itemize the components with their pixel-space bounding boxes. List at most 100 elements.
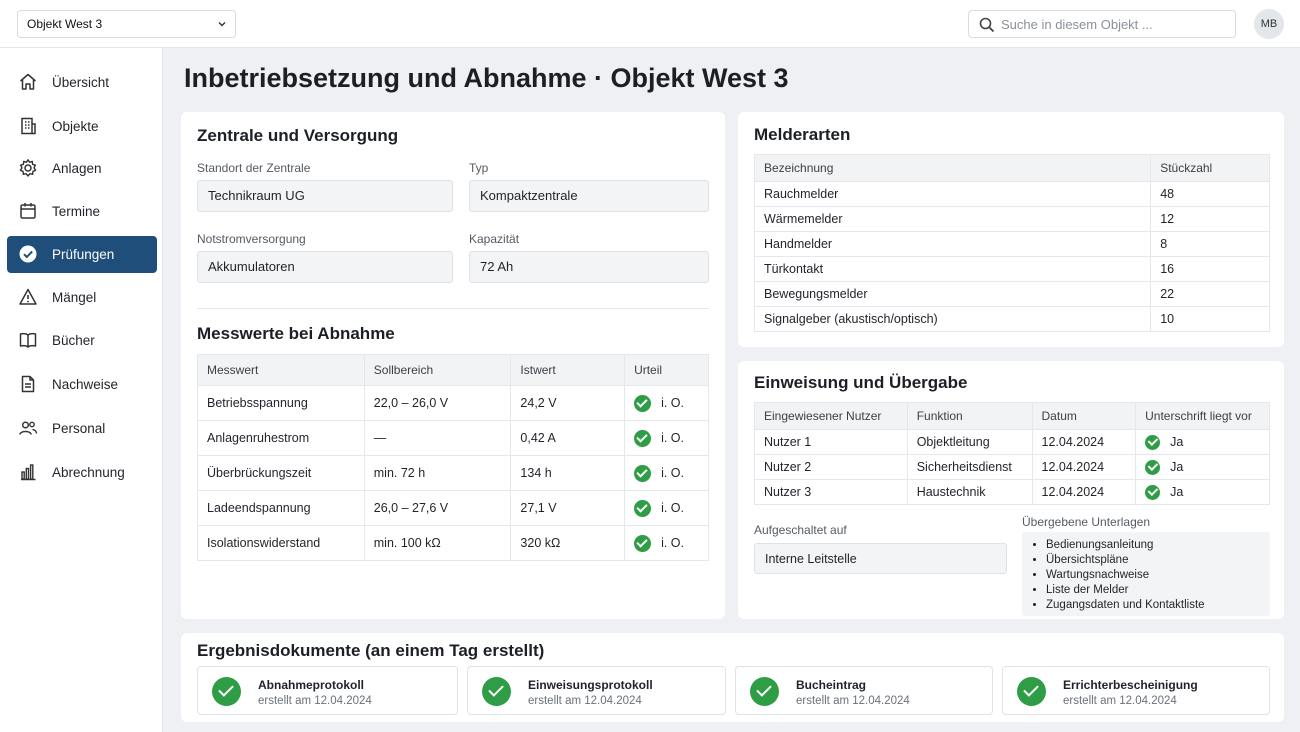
column-header: Eingewiesener Nutzer (754, 402, 908, 430)
sidebar-item-buecher[interactable]: Bücher (7, 322, 157, 359)
signature-status: Ja (1170, 435, 1184, 449)
sidebar-item-maengel[interactable]: Mängel (7, 279, 157, 316)
melder-name: Rauchmelder (753, 181, 1152, 207)
divider (197, 308, 709, 309)
melderarten-card: Melderarten Bezeichnung Stückzahl Rauchm… (738, 112, 1284, 347)
messwert-name: Betriebsspannung (197, 385, 365, 421)
table-row: Anlagenruhestrom — 0,42 A i. O. (197, 420, 709, 456)
standort-field[interactable]: Technikraum UG (197, 180, 453, 212)
melder-name: Wärmemelder (753, 206, 1152, 232)
messwert-ist: 320 kΩ (510, 525, 626, 561)
check-icon (634, 429, 652, 447)
melder-count: 22 (1150, 281, 1270, 307)
messwert-name: Überbrückungszeit (197, 455, 365, 491)
sidebar-item-objekte[interactable]: Objekte (7, 108, 157, 145)
list-item: Bedienungsanleitung (1046, 538, 1205, 553)
doc-date: erstellt am 12.04.2024 (1063, 695, 1177, 707)
search-input[interactable] (1001, 14, 1229, 34)
nutzer-name: Nutzer 2 (754, 454, 908, 480)
melder-count: 8 (1150, 231, 1270, 257)
urteil-text: i. O. (661, 431, 684, 445)
document-icon (21, 375, 35, 393)
melder-name: Türkontakt (753, 256, 1152, 282)
list-item: Liste der Melder (1046, 583, 1205, 598)
bar-chart-icon (21, 464, 36, 481)
object-select[interactable]: Objekt West 3 (17, 10, 236, 38)
aufgeschaltet-label: Aufgeschaltet auf (754, 523, 847, 537)
table-row: Nutzer 2 Sicherheitsdienst 12.04.2024 Ja (754, 454, 1270, 480)
messwert-name: Isolationswiderstand (197, 525, 365, 561)
urteil-text: i. O. (661, 396, 684, 410)
table-row: Bewegungsmelder 22 (753, 281, 1270, 307)
melder-count: 10 (1150, 306, 1270, 332)
people-icon (19, 421, 38, 435)
check-icon (1145, 434, 1161, 450)
ergebnis-title: Ergebnisdokumente (an einem Tag erstellt… (197, 641, 545, 660)
check-icon (1145, 484, 1161, 500)
sidebar-item-label: Termine (52, 204, 101, 219)
melder-count: 48 (1150, 181, 1270, 207)
table-row: Isolationswiderstand min. 100 kΩ 320 kΩ … (197, 525, 709, 561)
check-circle-icon (482, 677, 511, 706)
melder-count: 16 (1150, 256, 1270, 282)
table-row: Signalgeber (akustisch/optisch) 10 (753, 306, 1270, 332)
messwert-soll: min. 100 kΩ (363, 525, 512, 561)
doc-einweisungsprotokoll[interactable]: Einweisungsprotokoll erstellt am 12.04.2… (467, 666, 726, 715)
check-icon (634, 499, 652, 517)
standort-label: Standort der Zentrale (197, 161, 311, 175)
sidebar-item-label: Abrechnung (52, 465, 125, 480)
doc-bucheintrag[interactable]: Bucheintrag erstellt am 12.04.2024 (735, 666, 993, 715)
melder-count: 12 (1150, 206, 1270, 232)
messwert-soll: — (363, 420, 512, 456)
melder-name: Bewegungsmelder (753, 281, 1152, 307)
column-header: Istwert (510, 354, 626, 386)
sidebar: Übersicht Objekte Anlagen Termine Prüfun… (0, 48, 163, 732)
einweisung-title: Einweisung und Übergabe (754, 373, 968, 392)
home-icon (20, 73, 36, 90)
column-header: Datum (1031, 402, 1137, 430)
sidebar-item-anlagen[interactable]: Anlagen (7, 150, 157, 187)
check-circle-icon (212, 677, 241, 706)
object-select-value: Objekt West 3 (27, 17, 103, 31)
sidebar-item-label: Nachweise (52, 377, 119, 392)
sidebar-item-nachweise[interactable]: Nachweise (7, 366, 157, 403)
table-row: Handmelder 8 (753, 231, 1270, 257)
doc-name: Bucheintrag (796, 678, 867, 692)
table-row: Betriebsspannung 22,0 – 26,0 V 24,2 V i.… (197, 385, 709, 421)
doc-abnahmeprotokoll[interactable]: Abnahmeprotokoll erstellt am 12.04.2024 (197, 666, 458, 715)
sidebar-item-termine[interactable]: Termine (7, 193, 157, 230)
notstrom-field[interactable]: Akkumulatoren (197, 251, 453, 283)
sidebar-item-abrechnung[interactable]: Abrechnung (7, 454, 157, 491)
urteil-text: i. O. (661, 536, 684, 550)
sidebar-item-pruefungen[interactable]: Prüfungen (7, 236, 157, 273)
list-item: Zugangsdaten und Kontaktliste (1046, 598, 1205, 613)
messwert-name: Anlagenruhestrom (197, 420, 365, 456)
sidebar-item-label: Personal (52, 421, 106, 436)
nutzer-funktion: Sicherheitsdienst (906, 454, 1033, 480)
messwert-soll: min. 72 h (363, 455, 512, 491)
check-circle-icon (750, 677, 779, 706)
messwerte-title: Messwerte bei Abnahme (197, 324, 395, 343)
aufgeschaltet-field[interactable]: Interne Leitstelle (754, 543, 1007, 574)
messwert-soll: 22,0 – 26,0 V (363, 385, 512, 421)
sidebar-item-label: Übersicht (52, 75, 110, 90)
messwert-soll: 26,0 – 27,6 V (363, 490, 512, 526)
avatar[interactable]: MB (1254, 9, 1284, 39)
doc-errichterbescheinigung[interactable]: Errichterbescheinigung erstellt am 12.04… (1002, 666, 1270, 715)
urteil-text: i. O. (661, 466, 684, 480)
check-icon (1145, 459, 1161, 475)
signature-status: Ja (1170, 460, 1184, 474)
search-box[interactable] (968, 10, 1236, 38)
doc-name: Einweisungsprotokoll (528, 678, 653, 692)
typ-field[interactable]: Kompaktzentrale (469, 180, 709, 212)
table-row: Ladeendspannung 26,0 – 27,6 V 27,1 V i. … (197, 490, 709, 526)
sidebar-item-uebersicht[interactable]: Übersicht (7, 64, 157, 101)
sidebar-item-personal[interactable]: Personal (7, 410, 157, 447)
unterlagen-list-box: Bedienungsanleitung Übersichtspläne Wart… (1022, 532, 1270, 616)
kapazitaet-field[interactable]: 72 Ah (469, 251, 709, 283)
sidebar-item-label: Mängel (52, 290, 97, 305)
gear-icon (19, 159, 37, 177)
zentrale-card: Zentrale und Versorgung Standort der Zen… (181, 112, 725, 619)
messwert-ist: 27,1 V (510, 490, 626, 526)
sidebar-item-label: Prüfungen (52, 247, 115, 262)
